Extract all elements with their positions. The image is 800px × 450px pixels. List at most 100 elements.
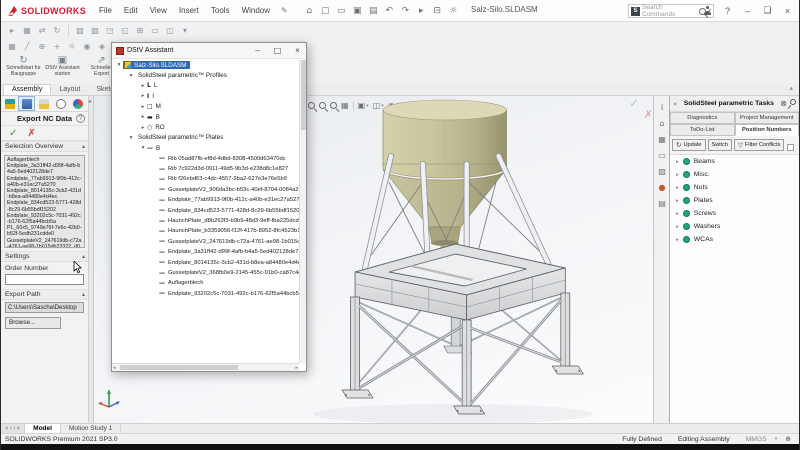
cancel-button[interactable]: ✗ (27, 128, 35, 139)
toolbar-icon[interactable]: ↻ (50, 26, 64, 35)
user-account-icon[interactable] (698, 6, 717, 17)
search-input[interactable]: Search Commands (642, 4, 697, 18)
scroll-right-icon[interactable]: ▸ (295, 365, 298, 371)
expander-icon[interactable]: ▸ (676, 237, 679, 243)
category-nuts[interactable]: ▸Nuts (670, 181, 799, 194)
tree-item[interactable]: —Endplate_77ab9913-9f0b-412c-a40b-e31ec2… (112, 195, 306, 205)
globe-icon[interactable]: ⊕ (777, 435, 799, 443)
first-tab-icon[interactable]: « (5, 425, 9, 432)
selection-item[interactable]: Endplate_8014135c-3cb2-431d-b8ea-a84480e… (7, 188, 82, 200)
expander-icon[interactable]: ▸ (139, 125, 147, 131)
status-units[interactable]: MMGS (738, 436, 775, 443)
dialog-minimize-button[interactable]: – (249, 46, 266, 55)
selection-item[interactable]: Endplate_834cd523-5771-428d-8c29-6b55bdf… (7, 200, 82, 212)
dialog-close-button[interactable]: × (289, 46, 306, 55)
toolbar-icon[interactable]: ▦ (5, 42, 19, 51)
menu-pin-icon[interactable]: ✎ (275, 6, 294, 15)
restore-button[interactable]: ❏ (758, 6, 777, 16)
print-icon[interactable]: ▤ (366, 6, 381, 16)
tab-layout[interactable]: Layout (51, 85, 88, 95)
new-file-icon[interactable]: ▢ (318, 6, 333, 16)
update-button[interactable]: ↻Update (672, 139, 706, 151)
dialog-horizontal-scrollbar[interactable]: ◂▸ (112, 363, 299, 371)
tab-assembly[interactable]: Assembly (3, 84, 51, 95)
browse-button[interactable]: Browse... (5, 317, 61, 329)
category-beams[interactable]: ▸Beams (670, 155, 799, 168)
tab-model[interactable]: Model (25, 424, 61, 433)
toolbar-icon[interactable]: ☼ (65, 42, 79, 51)
tree-item[interactable]: —GussetplateV2_247619db-c72a-4761-ae98-1… (112, 237, 306, 247)
category-plates[interactable]: ▸Plates (670, 194, 799, 207)
schnellstart-baugruppe-button[interactable]: ↻ Schnellstart für Baugruppe (5, 54, 42, 84)
options-icon[interactable]: ☼ (446, 6, 461, 16)
design-library-icon[interactable]: ▦ (656, 134, 668, 146)
tree-item[interactable]: —HaunchPlate_b3359056-f12f-417b-8952-8fc… (112, 226, 306, 236)
tree-item[interactable]: ▾SolidSteel parametric™ Plates (112, 133, 306, 143)
toolbar-icon[interactable]: ◉ (80, 42, 94, 51)
tab-todo-list[interactable]: ToDo-List (670, 124, 735, 136)
expander-icon[interactable]: ▾ (139, 145, 147, 151)
tab-diagnostics[interactable]: Diagnostics (670, 112, 735, 124)
appearances-icon[interactable]: ● (656, 182, 668, 194)
tree-item[interactable]: —Rib f26ebd63-c4dc-4557-9ba2-627e3e76e5b… (112, 174, 306, 184)
category-misc[interactable]: ▸Misc. (670, 168, 799, 181)
tree-item[interactable]: —Rib 05ad87fb-ef8d-4dbd-8308-4500d63470d… (112, 154, 306, 164)
toolbar-icon[interactable]: ◱ (118, 26, 132, 35)
toolbar-icon[interactable]: ▦ (20, 26, 34, 35)
toolbar-icon[interactable]: ╱ (20, 42, 34, 51)
dstv-assistant-starten-button[interactable]: ▣ DStV Assistant starten (44, 54, 81, 84)
tree-item-root[interactable]: ▾Salz-Silo.SLDASM (112, 60, 306, 70)
dimxpert-tab-icon[interactable] (52, 96, 69, 111)
home-icon[interactable]: ⌂ (302, 6, 317, 16)
configurationmanager-tab-icon[interactable] (35, 96, 52, 111)
tree-item[interactable]: ▾—B (112, 143, 306, 153)
close-button[interactable]: × (778, 6, 797, 16)
expander-icon[interactable]: ▸ (676, 198, 679, 204)
tree-item[interactable]: —Endplate_8014135c-3cb2-431d-b8ea-a84480… (112, 257, 306, 267)
expander-icon[interactable]: ▸ (676, 159, 679, 165)
displaymanager-tab-icon[interactable] (69, 96, 86, 111)
expander-icon[interactable]: ▸ (139, 104, 147, 110)
dialog-title-bar[interactable]: DStV Assistant – □ × (112, 43, 306, 59)
toolbar-dropdown-icon[interactable]: ▾ (178, 26, 192, 35)
selection-item[interactable]: GussetplateV2_247619db-c72a-4761-ae98-1b… (7, 238, 82, 248)
menu-view[interactable]: View (145, 4, 172, 17)
tree-item[interactable]: —GussetplateV2_368fb0e9-2145-455c-91b0-c… (112, 268, 306, 278)
select-icon[interactable]: ▸ (414, 6, 429, 16)
tree-item[interactable]: ▸□M (112, 102, 306, 112)
tab-project-management[interactable]: Project Management (735, 112, 800, 124)
tree-item[interactable]: —Rib 7c922d3d-0911-49d5-9b3d-e238d8c1e82… (112, 164, 306, 174)
expander-icon[interactable]: ▾ (127, 135, 135, 141)
collapse-pane-icon[interactable]: « (673, 100, 677, 108)
export-path-header[interactable]: Export Path ▴ (1, 289, 88, 300)
expander-icon[interactable]: ▸ (676, 172, 679, 178)
scroll-left-icon[interactable]: ◂ (113, 365, 116, 371)
help-icon[interactable]: ? (718, 6, 737, 16)
selection-list[interactable]: Auflagerblech Endplate_3a31ff42-d99f-4af… (4, 155, 85, 248)
propertymanager-tab-icon[interactable] (18, 96, 35, 111)
selection-item[interactable]: Endplate_3a31ff42-d99f-4afb-b4a5-5ed4021… (7, 163, 82, 175)
pin-icon[interactable] (789, 98, 797, 106)
expander-icon[interactable]: ▸ (676, 211, 679, 217)
toolbar-icon[interactable]: ⇄ (35, 26, 49, 35)
help-icon[interactable]: ? (76, 114, 85, 123)
menu-edit[interactable]: Edit (119, 4, 143, 17)
toolbar-icon[interactable]: ◫ (163, 26, 177, 35)
filter-checkbox[interactable] (787, 144, 794, 151)
toolbar-icon[interactable]: ▧ (73, 26, 87, 35)
last-tab-icon[interactable]: » (16, 425, 20, 432)
save-icon[interactable]: ▣ (350, 6, 365, 16)
tree-item[interactable]: —Endplate_834cd523-5771-428d-8c29-6b55bd… (112, 205, 306, 215)
expander-icon[interactable]: ▸ (139, 93, 147, 99)
dialog-vertical-scrollbar[interactable] (299, 60, 306, 363)
tree-item[interactable]: —Endplate_93202c5c-7031-492c-b176-62f5a4… (112, 289, 306, 299)
collapse-section-icon[interactable]: ▴ (82, 291, 85, 298)
toolbar-icon[interactable]: ⊞ (133, 26, 147, 35)
dstv-assistant-dialog[interactable]: DStV Assistant – □ × ▾Salz-Silo.SLDASM ▾… (111, 42, 307, 372)
prev-tab-icon[interactable]: ‹ (10, 425, 12, 432)
menu-window[interactable]: Window (237, 4, 275, 17)
resources-icon[interactable]: ⌂ (656, 118, 668, 130)
file-explorer-icon[interactable]: ▭ (656, 150, 668, 162)
toolbar-icon[interactable]: ◳ (103, 26, 117, 35)
collapse-section-icon[interactable]: ▴ (82, 143, 85, 150)
